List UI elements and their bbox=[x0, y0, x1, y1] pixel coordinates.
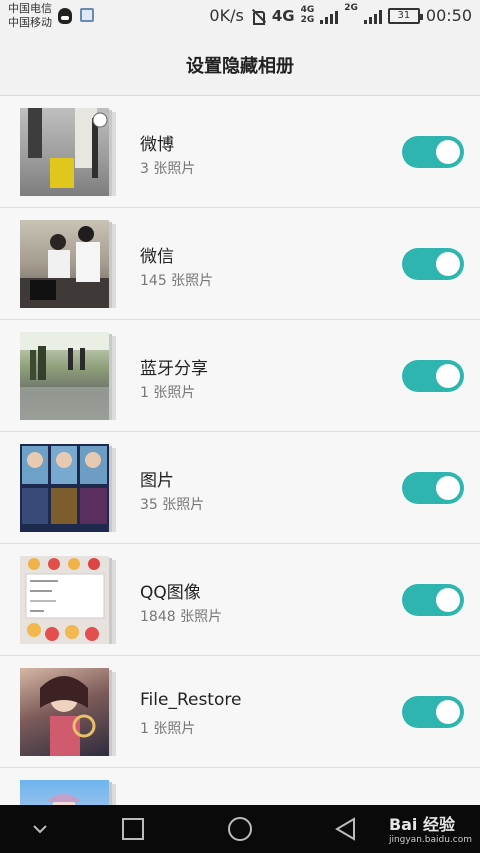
triangle-left-icon bbox=[335, 817, 355, 841]
notification-icons bbox=[58, 8, 94, 24]
hide-album-toggle[interactable] bbox=[402, 360, 464, 392]
album-count: 3 张照片 bbox=[140, 161, 196, 177]
clock: 00:50 bbox=[425, 6, 472, 25]
net-tag-2g: 2G bbox=[300, 15, 315, 25]
album-name: File_Restore bbox=[140, 690, 242, 710]
album-cover-image bbox=[20, 668, 109, 756]
net-tag-4g: 4G bbox=[300, 5, 315, 15]
album-row-wechat[interactable]: 微信 145 张照片 bbox=[0, 208, 480, 320]
album-name: 微信 bbox=[140, 247, 174, 267]
hide-keyboard-button[interactable] bbox=[10, 805, 70, 853]
album-thumbnail bbox=[20, 220, 120, 308]
album-thumbnail bbox=[20, 108, 120, 196]
title-bar: 设置隐藏相册 bbox=[0, 34, 480, 96]
toggle-knob bbox=[436, 700, 460, 724]
album-count: 1 张照片 bbox=[140, 385, 196, 401]
dual-net-tags: 4G 2G bbox=[301, 6, 315, 25]
carrier-2: 中国移动 bbox=[8, 16, 52, 29]
toggle-knob bbox=[436, 140, 460, 164]
mute-icon bbox=[250, 8, 266, 25]
album-count: 1848 张照片 bbox=[140, 609, 223, 625]
recents-button[interactable] bbox=[103, 805, 163, 853]
page-title: 设置隐藏相册 bbox=[186, 55, 294, 77]
battery-icon: 31 bbox=[387, 7, 423, 24]
album-thumbnail bbox=[20, 444, 120, 532]
album-thumbnail bbox=[20, 332, 120, 420]
album-row-pictures[interactable]: 图片 35 张照片 bbox=[0, 432, 480, 544]
toggle-knob bbox=[436, 364, 460, 388]
album-thumbnail bbox=[20, 668, 120, 756]
net-tag-2g-second: 2G bbox=[344, 3, 358, 13]
album-row-bluetooth[interactable]: 蓝牙分享 1 张照片 bbox=[0, 320, 480, 432]
chevron-down-icon bbox=[33, 825, 47, 834]
album-row-qq[interactable]: QQ图像 1848 张照片 bbox=[0, 544, 480, 656]
navigation-bar: Bai 经验 jingyan.baidu.com bbox=[0, 805, 480, 853]
watermark-url: jingyan.baidu.com bbox=[388, 835, 472, 845]
hide-album-toggle[interactable] bbox=[402, 248, 464, 280]
album-cover-image bbox=[20, 444, 109, 532]
album-thumbnail bbox=[20, 780, 120, 805]
album-thumbnail bbox=[20, 556, 120, 644]
album-count: 35 张照片 bbox=[140, 497, 205, 513]
album-list[interactable]: 微博 3 张照片 微信 145 张照片 蓝牙分享 1 张照片 图片 35 张照片… bbox=[0, 96, 480, 805]
album-count: 1 张照片 bbox=[140, 721, 196, 737]
back-button[interactable] bbox=[316, 805, 376, 853]
album-row-file-restore[interactable]: File_Restore 1 张照片 bbox=[0, 656, 480, 768]
status-right: 0K/s 4G 4G 2G 2G 31 00:50 bbox=[209, 3, 472, 26]
toggle-knob bbox=[436, 476, 460, 500]
album-row-partial[interactable] bbox=[0, 768, 480, 805]
status-bar: 中国电信 中国移动 0K/s 4G 4G 2G 2G 31 00:50 bbox=[0, 0, 480, 34]
hide-album-toggle[interactable] bbox=[402, 584, 464, 616]
home-button[interactable] bbox=[210, 805, 270, 853]
carrier-1: 中国电信 bbox=[8, 2, 52, 15]
album-name: QQ图像 bbox=[140, 583, 201, 603]
watermark-brand: Bai 经验 bbox=[388, 815, 455, 834]
hide-album-toggle[interactable] bbox=[402, 136, 464, 168]
carrier-info: 中国电信 中国移动 bbox=[8, 2, 52, 30]
signal-icon-2 bbox=[363, 8, 382, 24]
network-speed: 0K/s bbox=[209, 6, 244, 25]
album-name: 微博 bbox=[140, 135, 174, 155]
album-cover-image bbox=[20, 108, 109, 196]
album-name: 蓝牙分享 bbox=[140, 359, 208, 379]
hide-album-toggle[interactable] bbox=[402, 696, 464, 728]
watermark: Bai 经验 jingyan.baidu.com bbox=[389, 811, 472, 845]
square-icon bbox=[122, 818, 144, 840]
album-cover-image bbox=[20, 556, 109, 644]
signal-icon-1 bbox=[320, 8, 339, 24]
album-cover-image bbox=[20, 332, 109, 420]
album-row-weibo[interactable]: 微博 3 张照片 bbox=[0, 96, 480, 208]
album-count: 145 张照片 bbox=[140, 273, 214, 289]
network-4g: 4G bbox=[271, 6, 295, 25]
toggle-knob bbox=[436, 588, 460, 612]
album-cover-image bbox=[20, 780, 109, 805]
circle-icon bbox=[228, 817, 252, 841]
album-name: 图片 bbox=[140, 471, 174, 491]
hide-album-toggle[interactable] bbox=[402, 472, 464, 504]
toggle-knob bbox=[436, 252, 460, 276]
image-notification-icon bbox=[80, 8, 94, 22]
qq-icon bbox=[58, 8, 72, 24]
album-cover-image bbox=[20, 220, 109, 308]
